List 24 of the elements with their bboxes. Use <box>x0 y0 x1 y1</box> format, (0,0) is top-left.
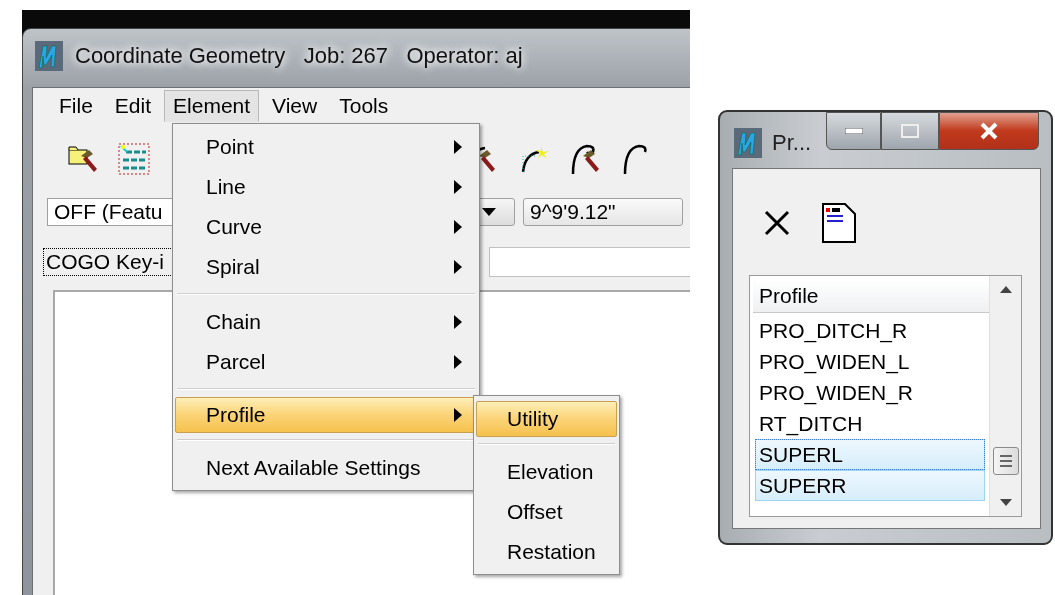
menu-item[interactable]: Line <box>175 167 477 207</box>
menu-item[interactable]: Parcel <box>175 342 477 382</box>
list-item[interactable]: SUPERL <box>755 439 985 470</box>
menu-item[interactable]: Restation <box>476 532 617 572</box>
menu-item[interactable]: Element <box>164 90 260 122</box>
menu-item[interactable]: Edit <box>105 90 161 122</box>
menu-item[interactable]: Next Available Settings <box>175 448 477 488</box>
menu-item[interactable]: Offset <box>476 492 617 532</box>
angle-field[interactable]: 9^9'9.12" <box>523 198 683 226</box>
list-item[interactable]: RT_DITCH <box>755 408 985 439</box>
menu-item[interactable]: View <box>263 90 327 122</box>
menu-item[interactable]: Elevation <box>476 452 617 492</box>
window-title: Coordinate Geometry Job: 267 Operator: aj <box>75 43 523 69</box>
menu-item[interactable]: Tools <box>330 90 398 122</box>
menu-item[interactable]: Utility <box>476 401 617 437</box>
list-item[interactable]: SUPERR <box>755 470 985 501</box>
list-item[interactable]: PRO_WIDEN_R <box>755 377 985 408</box>
menu-item[interactable]: File <box>50 90 102 122</box>
window-title: Pr... <box>772 130 812 156</box>
menu-item[interactable]: Point <box>175 127 477 167</box>
menu-item[interactable]: Curve <box>175 207 477 247</box>
list-item[interactable]: PRO_WIDEN_L <box>755 346 985 377</box>
menu-item[interactable]: Chain <box>175 302 477 342</box>
list-item[interactable]: PRO_DITCH_R <box>755 315 985 346</box>
